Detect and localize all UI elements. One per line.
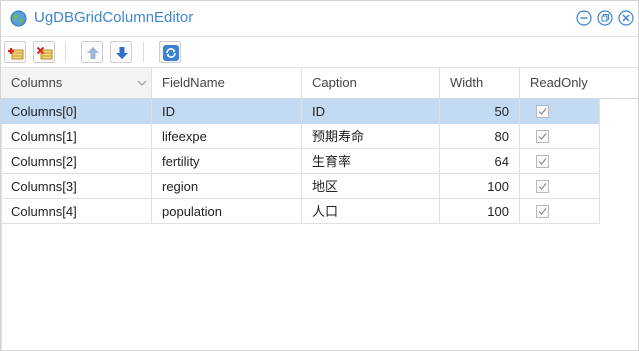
header-label: Width	[450, 75, 484, 90]
header-readonly[interactable]: ReadOnly	[520, 68, 638, 98]
title-bar[interactable]: UgDBGridColumnEditor	[1, 1, 638, 37]
readonly-checkbox[interactable]	[536, 205, 549, 218]
header-width[interactable]: Width	[440, 68, 520, 98]
restore-icon[interactable]	[597, 10, 613, 26]
cell-width[interactable]: 100	[440, 174, 520, 199]
header-fieldname[interactable]: FieldName	[152, 68, 302, 98]
window-title: UgDBGridColumnEditor	[34, 9, 194, 26]
cell-caption[interactable]: 人口	[302, 199, 440, 224]
cell-column[interactable]: Columns[4]	[1, 199, 152, 224]
cell-column[interactable]: Columns[1]	[1, 124, 152, 149]
check-icon	[538, 183, 547, 190]
cell-readonly[interactable]	[520, 174, 600, 199]
cell-fieldname[interactable]: ID	[152, 99, 302, 124]
column-editor-window: UgDBGridColumnEditor Columns FieldName C…	[0, 0, 639, 351]
move-up-button[interactable]	[81, 41, 103, 63]
cell-column[interactable]: Columns[2]	[1, 149, 152, 174]
cell-caption[interactable]: 预期寿命	[302, 124, 440, 149]
table-row[interactable]: Columns[1] lifeexpe 预期寿命 80	[1, 124, 600, 149]
cell-fieldname[interactable]: population	[152, 199, 302, 224]
readonly-checkbox[interactable]	[536, 130, 549, 143]
check-icon	[538, 158, 547, 165]
column-grid: Columns FieldName Caption Width ReadOnly…	[1, 68, 638, 350]
cell-width[interactable]: 64	[440, 149, 520, 174]
header-label: Columns	[11, 75, 63, 90]
minimize-icon[interactable]	[576, 10, 592, 26]
cell-readonly[interactable]	[520, 99, 600, 124]
cell-width[interactable]: 50	[440, 99, 520, 124]
cell-caption[interactable]: ID	[302, 99, 440, 124]
toolbar	[1, 37, 638, 68]
delete-column-icon	[36, 46, 53, 60]
readonly-checkbox[interactable]	[536, 155, 549, 168]
globe-icon	[10, 10, 27, 27]
check-icon	[538, 208, 547, 215]
header-label: FieldName	[162, 75, 225, 90]
cell-readonly[interactable]	[520, 124, 600, 149]
close-icon[interactable]	[618, 10, 634, 26]
table-row[interactable]: Columns[3] region 地区 100	[1, 174, 600, 199]
header-label: Caption	[312, 75, 357, 90]
readonly-checkbox[interactable]	[536, 105, 549, 118]
add-column-icon	[8, 48, 24, 60]
cell-caption[interactable]: 地区	[302, 174, 440, 199]
refresh-button[interactable]	[159, 41, 181, 63]
table-row[interactable]: Columns[4] population 人口 100	[1, 199, 600, 224]
grid-header: Columns FieldName Caption Width ReadOnly	[1, 68, 638, 99]
arrow-up-icon	[87, 47, 99, 59]
cell-width[interactable]: 100	[440, 199, 520, 224]
delete-column-button[interactable]	[33, 41, 55, 63]
cell-readonly[interactable]	[520, 149, 600, 174]
refresh-icon	[163, 45, 179, 61]
cell-fieldname[interactable]: region	[152, 174, 302, 199]
cell-column[interactable]: Columns[0]	[1, 99, 152, 124]
check-icon	[538, 133, 547, 140]
table-row[interactable]: Columns[0] ID ID 50	[1, 99, 600, 124]
arrow-down-icon	[116, 47, 128, 59]
move-down-button[interactable]	[110, 41, 132, 63]
cell-caption[interactable]: 生育率	[302, 149, 440, 174]
cell-width[interactable]: 80	[440, 124, 520, 149]
toolbar-separator	[65, 42, 66, 62]
chevron-down-icon[interactable]	[137, 79, 147, 87]
cell-column[interactable]: Columns[3]	[1, 174, 152, 199]
header-columns[interactable]: Columns	[1, 68, 152, 98]
add-column-button[interactable]	[4, 41, 26, 63]
header-caption[interactable]: Caption	[302, 68, 440, 98]
cell-fieldname[interactable]: fertility	[152, 149, 302, 174]
table-row[interactable]: Columns[2] fertility 生育率 64	[1, 149, 600, 174]
cell-fieldname[interactable]: lifeexpe	[152, 124, 302, 149]
cell-readonly[interactable]	[520, 199, 600, 224]
check-icon	[538, 108, 547, 115]
toolbar-separator	[143, 42, 144, 62]
header-label: ReadOnly	[530, 75, 588, 90]
readonly-checkbox[interactable]	[536, 180, 549, 193]
